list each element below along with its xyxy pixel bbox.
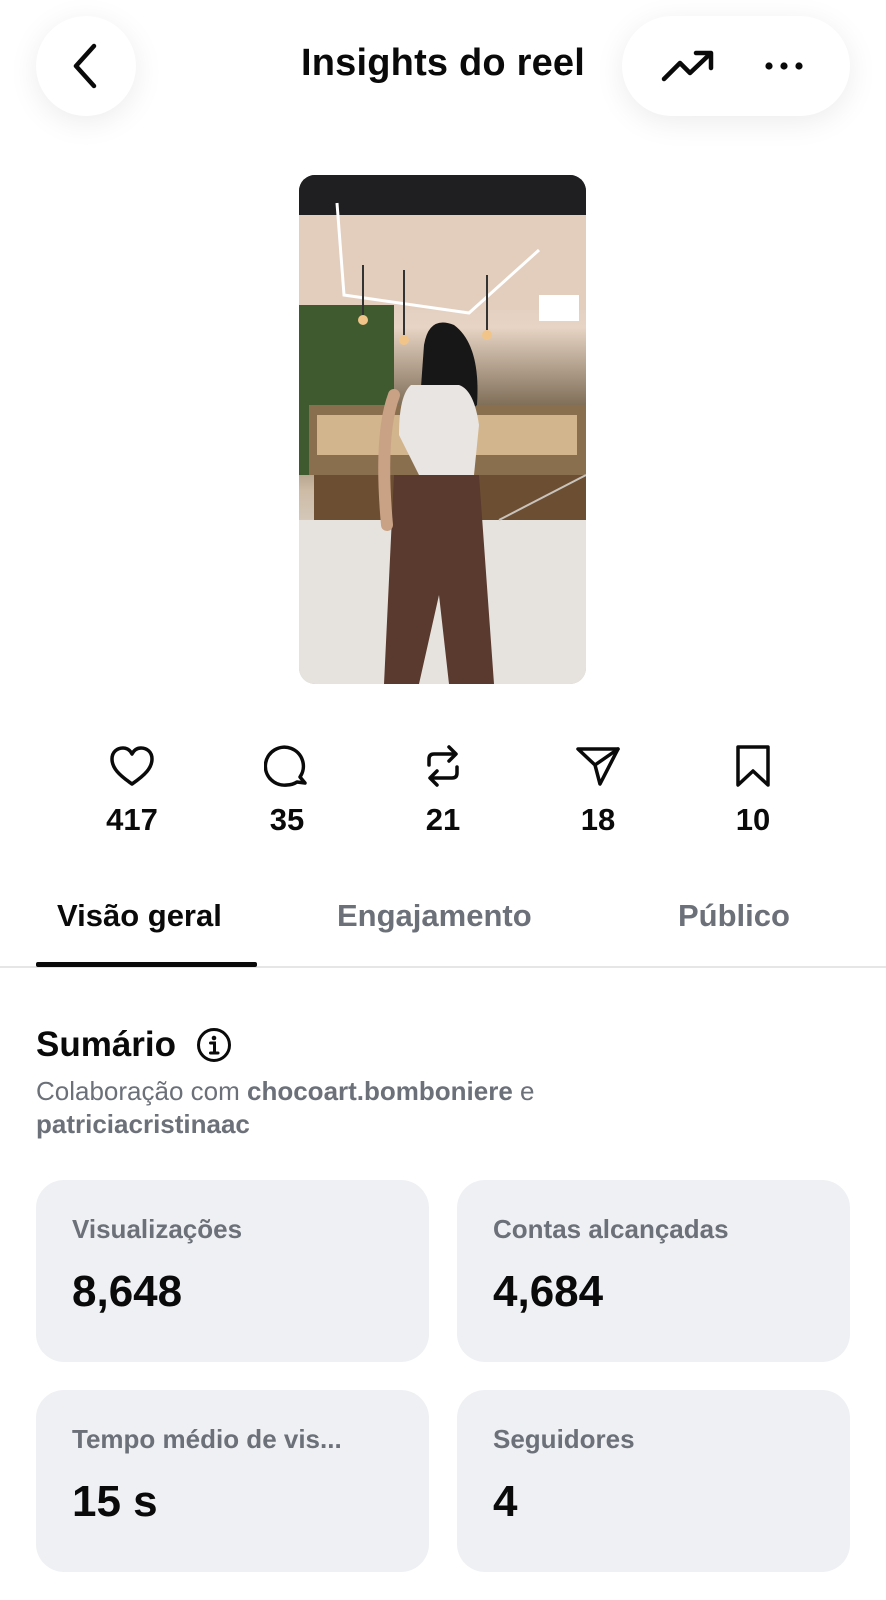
reposts-stat: 21	[383, 740, 503, 838]
comment-icon	[264, 745, 307, 787]
views-card[interactable]: Visualizações 8,648	[36, 1180, 429, 1362]
tab-overview[interactable]: Visão geral	[57, 898, 222, 934]
trending-up-icon	[661, 50, 714, 82]
avg-watch-time-label: Tempo médio de vis...	[72, 1424, 342, 1454]
tab-engagement[interactable]: Engajamento	[337, 898, 532, 934]
collaboration-text: Colaboração com chocoart.bomboniere e pat…	[36, 1075, 836, 1141]
info-icon[interactable]	[196, 1027, 232, 1063]
more-horizontal-icon	[765, 62, 803, 70]
followers-label: Seguidores	[493, 1424, 635, 1454]
views-label: Visualizações	[72, 1214, 243, 1244]
insights-tabs: Visão geral Engajamento Público	[0, 880, 886, 968]
heart-icon	[110, 746, 154, 786]
followers-card[interactable]: Seguidores 4	[457, 1390, 850, 1572]
collab-account-1[interactable]: chocoart.bomboniere	[247, 1076, 513, 1106]
reposts-count: 21	[425, 802, 461, 837]
summary-title: Sumário	[36, 1025, 177, 1064]
header-actions	[622, 16, 850, 116]
likes-stat: 417	[72, 740, 192, 838]
saves-count: 10	[735, 802, 771, 837]
followers-value: 4	[493, 1477, 518, 1526]
comments-count: 35	[269, 802, 305, 837]
trend-button[interactable]	[653, 31, 723, 101]
more-options-button[interactable]	[749, 31, 819, 101]
active-tab-indicator	[36, 962, 257, 967]
comments-stat: 35	[227, 740, 347, 838]
collab-prefix: Colaboração com	[36, 1076, 247, 1106]
saves-stat: 10	[693, 740, 813, 838]
accounts-reached-value: 4,684	[493, 1267, 604, 1316]
top-bar: Insights do reel	[0, 0, 886, 140]
reel-thumbnail[interactable]	[299, 175, 586, 684]
likes-count: 417	[106, 802, 158, 837]
engagement-stats: 417 35 21 18 10	[0, 740, 886, 850]
views-value: 8,648	[72, 1267, 183, 1316]
shares-stat: 18	[538, 740, 658, 838]
bookmark-icon	[736, 745, 770, 787]
repost-icon	[427, 745, 459, 787]
collab-account-2[interactable]: patriciacristinaac	[36, 1109, 250, 1139]
reel-thumbnail-image	[299, 175, 586, 684]
collab-joiner: e	[512, 1076, 535, 1106]
share-icon	[576, 747, 620, 786]
avg-watch-time-card[interactable]: Tempo médio de vis... 15 s	[36, 1390, 429, 1572]
accounts-reached-card[interactable]: Contas alcançadas 4,684	[457, 1180, 850, 1362]
summary-header: Sumário	[36, 1025, 232, 1065]
tab-audience[interactable]: Público	[678, 898, 790, 934]
shares-count: 18	[580, 802, 616, 837]
avg-watch-time-value: 15 s	[72, 1477, 158, 1526]
accounts-reached-label: Contas alcançadas	[493, 1214, 729, 1244]
